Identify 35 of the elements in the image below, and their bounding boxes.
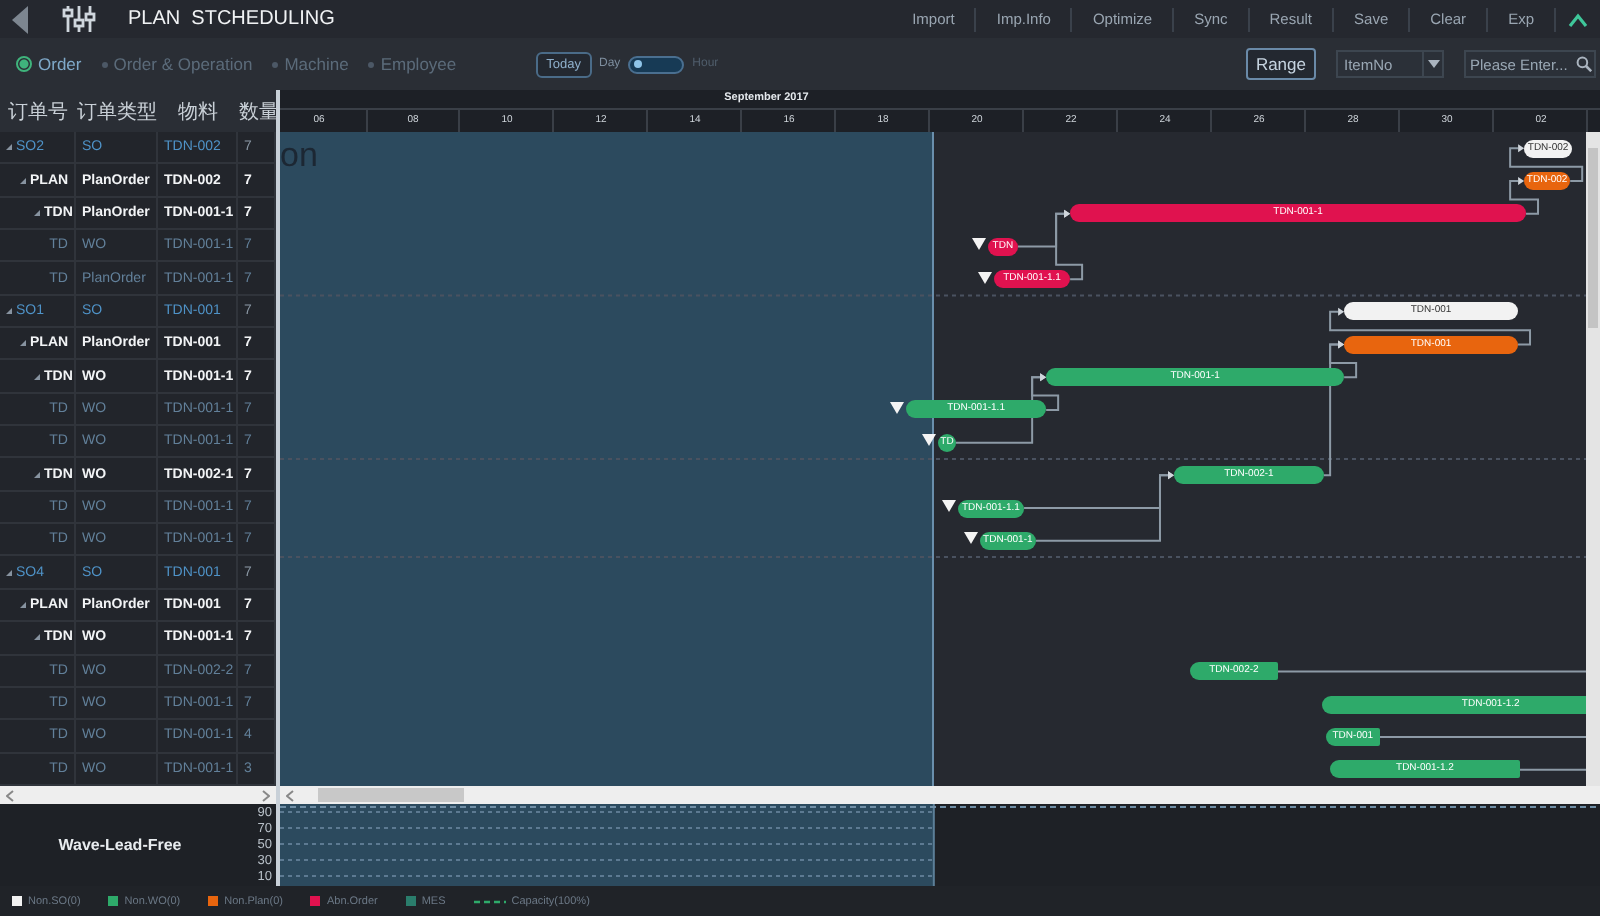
column-header: 订单号 [6, 99, 70, 125]
scrollbar-thumb[interactable] [318, 788, 464, 802]
horizontal-scrollbar[interactable] [0, 786, 280, 804]
horizontal-scrollbar[interactable] [280, 786, 1600, 804]
search-icon[interactable] [1576, 56, 1592, 72]
dropdown-caret-icon [1427, 60, 1439, 68]
expand-arrow-icon[interactable] [6, 569, 12, 576]
app-title: PLAN STCHEDULING [128, 8, 335, 30]
toggle-knob [634, 60, 643, 68]
view-radio-option[interactable]: Order & Operation [101, 54, 265, 74]
expand-arrow-icon[interactable] [34, 209, 40, 216]
expand-arrow-icon[interactable] [20, 601, 26, 608]
scroll-right-icon[interactable] [262, 789, 270, 801]
scroll-left-icon[interactable] [6, 789, 14, 801]
expand-arrow-icon[interactable] [6, 144, 12, 151]
column-header: 订单类型 [76, 99, 158, 125]
column-header: 物料 [176, 99, 220, 125]
collapse-caret-icon[interactable] [1568, 11, 1588, 27]
view-radio-option[interactable]: Order [16, 54, 94, 74]
range-button[interactable]: Range [1245, 48, 1316, 80]
view-radio-option[interactable]: Machine [272, 54, 361, 74]
back-arrow-icon[interactable] [10, 5, 30, 33]
scrollbar-thumb[interactable] [1588, 148, 1598, 328]
expand-arrow-icon[interactable] [6, 307, 12, 314]
scroll-left-icon[interactable] [286, 789, 294, 801]
vertical-scrollbar[interactable] [1586, 132, 1600, 786]
expand-arrow-icon[interactable] [34, 471, 40, 478]
expand-arrow-icon[interactable] [20, 177, 26, 184]
chart-title: Wave-Lead-Free [56, 834, 184, 858]
expand-arrow-icon[interactable] [34, 373, 40, 380]
scale-toggle[interactable] [628, 55, 685, 73]
view-radio-option[interactable]: Employee [368, 54, 469, 74]
column-header: 数量 [238, 99, 280, 125]
expand-arrow-icon[interactable] [20, 340, 26, 347]
expand-arrow-icon[interactable] [34, 634, 40, 641]
